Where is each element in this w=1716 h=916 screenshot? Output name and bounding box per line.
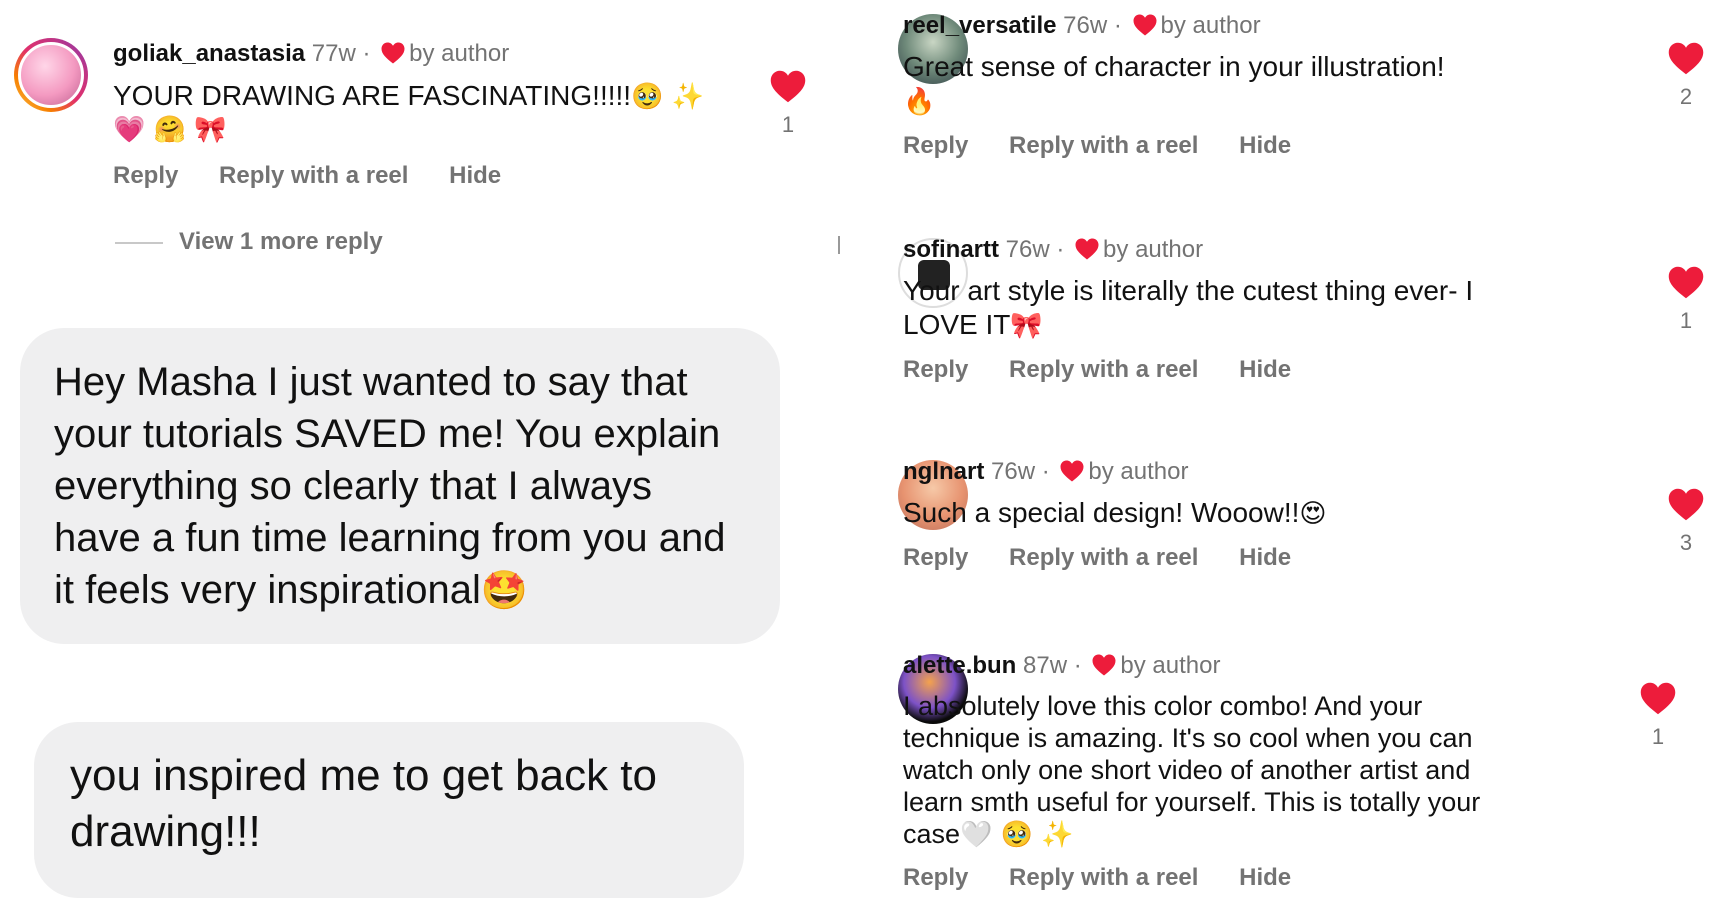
reply-with-reel-button[interactable]: Reply with a reel	[1009, 132, 1198, 159]
reply-with-reel-button[interactable]: Reply with a reel	[1009, 356, 1198, 383]
hide-button[interactable]: Hide	[1239, 356, 1291, 383]
hide-button[interactable]: Hide	[1239, 544, 1291, 571]
view-more-label: View 1 more reply	[179, 228, 383, 255]
author-heart-icon	[1075, 238, 1099, 260]
comment-text: YOUR DRAWING ARE FASCINATING!!!!!🥹 ✨ 💗 🤗…	[113, 80, 733, 146]
comment-text-content: Great sense of character in your illustr…	[903, 51, 1445, 82]
reply-button[interactable]: Reply	[903, 864, 968, 891]
reply-with-reel-button[interactable]: Reply with a reel	[1009, 544, 1198, 571]
heart-icon[interactable]	[770, 70, 806, 103]
comment-actions: Reply Reply with a reel Hide	[113, 162, 535, 190]
comment-text: Your art style is literally the cutest t…	[903, 274, 1543, 343]
username[interactable]: reel_versatile	[903, 12, 1056, 39]
dot-separator: ·	[1041, 458, 1050, 485]
comment-actions: Reply Reply with a reel Hide	[903, 864, 1325, 892]
timestamp: 76w	[1063, 12, 1108, 39]
hide-button[interactable]: Hide	[449, 162, 501, 189]
by-author-label: by author	[1120, 652, 1221, 679]
reply-button[interactable]: Reply	[903, 132, 968, 159]
like-button[interactable]: 2	[1664, 42, 1708, 110]
username[interactable]: sofinartt	[903, 236, 999, 263]
heart-icon[interactable]	[1668, 266, 1704, 299]
reply-with-reel-button[interactable]: Reply with a reel	[1009, 864, 1198, 891]
like-button[interactable]: 1	[1664, 266, 1708, 334]
comment-emojis-2: 💗 🤗 🎀	[113, 115, 227, 145]
comment-meta: reel_versatile 76w · by author	[903, 12, 1261, 40]
username[interactable]: alette.bun	[903, 652, 1016, 679]
comment-emoji: 🔥	[903, 87, 936, 117]
comment-emoji: 😍	[1299, 499, 1327, 529]
by-author-label: by author	[1103, 236, 1204, 263]
heart-icon[interactable]	[1668, 42, 1704, 75]
like-count: 3	[1679, 530, 1693, 555]
message-bubble: Hey Masha I just wanted to say that your…	[20, 328, 780, 644]
comment-text: Such a special design! Wooow!!😍	[903, 496, 1503, 531]
comment-actions: Reply Reply with a reel Hide	[903, 544, 1325, 572]
comment-emojis: 🥹 ✨	[631, 82, 705, 112]
author-heart-icon	[1092, 654, 1116, 676]
scrollbar-fragment	[838, 236, 840, 254]
like-button[interactable]: 3	[1664, 488, 1708, 556]
hide-button[interactable]: Hide	[1239, 864, 1291, 891]
like-button[interactable]: 1	[766, 70, 810, 138]
avatar[interactable]	[14, 38, 88, 112]
comment-meta: goliak_anastasia 77w · by author	[113, 40, 509, 68]
dot-separator: ·	[1073, 652, 1082, 679]
reply-button[interactable]: Reply	[903, 356, 968, 383]
message-text-2: you inspired me to get back to drawing!!…	[70, 751, 657, 856]
author-heart-icon	[1060, 460, 1084, 482]
reply-button[interactable]: Reply	[903, 544, 968, 571]
star-struck-emoji: 🤩	[480, 568, 529, 612]
heart-icon[interactable]	[1640, 682, 1676, 715]
hide-button[interactable]: Hide	[1239, 132, 1291, 159]
comment-text-content: Your art style is literally the cutest t…	[903, 275, 1474, 340]
author-heart-icon	[1133, 14, 1157, 36]
dot-separator: ·	[1113, 12, 1122, 39]
username[interactable]: nglnart	[903, 458, 984, 485]
reply-button[interactable]: Reply	[113, 162, 178, 189]
heart-icon[interactable]	[1668, 488, 1704, 521]
comment-text-content: Such a special design! Wooow!!	[903, 497, 1300, 528]
dot-separator: ·	[362, 40, 371, 67]
comment-emoji: 🎀	[1010, 311, 1043, 341]
by-author-label: by author	[1088, 458, 1189, 485]
reply-with-reel-button[interactable]: Reply with a reel	[219, 162, 408, 189]
divider-line	[115, 241, 163, 244]
like-button[interactable]: 1	[1636, 682, 1680, 750]
like-count: 1	[781, 112, 795, 137]
comment-text-content: YOUR DRAWING ARE FASCINATING!!!!!	[113, 80, 632, 111]
by-author-label: by author	[409, 40, 510, 67]
message-text: Hey Masha I just wanted to say that your…	[54, 360, 726, 612]
username[interactable]: goliak_anastasia	[113, 40, 305, 67]
comment-emoji: 🤍 🥹 ✨	[960, 820, 1074, 850]
comment-meta: nglnart 76w · by author	[903, 458, 1188, 486]
timestamp: 76w	[1005, 236, 1050, 263]
like-count: 1	[1651, 724, 1665, 749]
by-author-label: by author	[1160, 12, 1261, 39]
comment-meta: alette.bun 87w · by author	[903, 652, 1220, 680]
comment-text: Great sense of character in your illustr…	[903, 50, 1503, 119]
comment-actions: Reply Reply with a reel Hide	[903, 132, 1325, 160]
timestamp: 87w	[1023, 652, 1068, 679]
dot-separator: ·	[1056, 236, 1065, 263]
comment-actions: Reply Reply with a reel Hide	[903, 356, 1325, 384]
timestamp: 77w	[311, 40, 356, 67]
comment-meta: sofinartt 76w · by author	[903, 236, 1203, 264]
author-heart-icon	[381, 42, 405, 64]
like-count: 2	[1679, 84, 1693, 109]
timestamp: 76w	[991, 458, 1036, 485]
message-bubble-2: you inspired me to get back to drawing!!…	[34, 722, 744, 898]
view-more-replies[interactable]: View 1 more reply	[115, 228, 383, 256]
comment-text: I absolutely love this color combo! And …	[903, 690, 1503, 851]
like-count: 1	[1679, 308, 1693, 333]
